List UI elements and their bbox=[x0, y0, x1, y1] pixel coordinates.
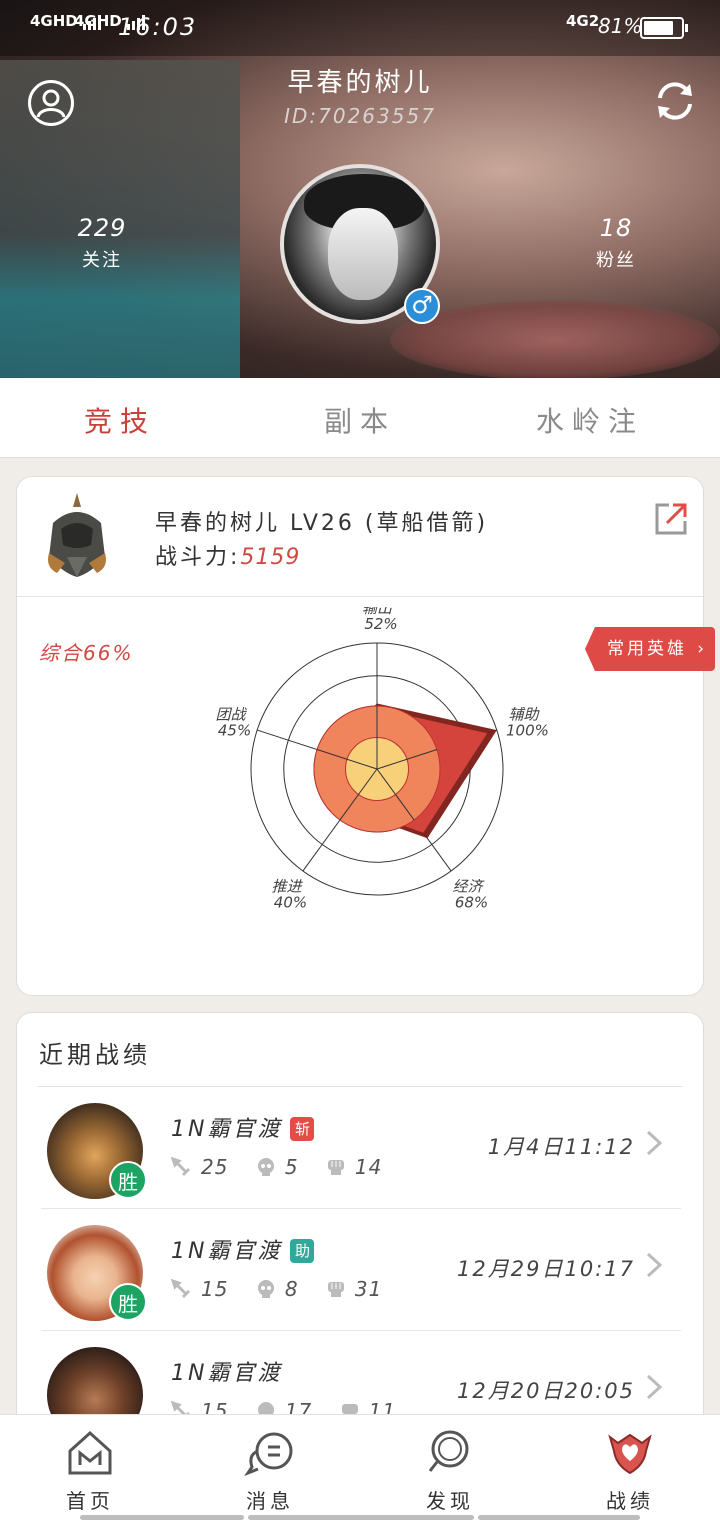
nav-messages-label: 消息 bbox=[246, 1489, 294, 1513]
record-name-text: 1N霸官渡 bbox=[171, 1117, 283, 1142]
fist-icon bbox=[327, 1160, 344, 1175]
gesture-bar bbox=[80, 1515, 244, 1520]
record-player-name: 1N霸官渡 bbox=[171, 1355, 282, 1387]
following-label: 关注 bbox=[82, 250, 122, 271]
battery-percent: 81% bbox=[598, 14, 643, 38]
assists-value: 14 bbox=[354, 1155, 383, 1179]
record-date: 12月29日10:17 bbox=[457, 1257, 635, 1281]
record-player-name: 1N霸官渡助 bbox=[171, 1233, 315, 1265]
deaths-value: 5 bbox=[284, 1155, 299, 1179]
common-heroes-button[interactable]: 常用英雄 › bbox=[585, 627, 715, 671]
record-name-text: 1N霸官渡 bbox=[171, 1239, 283, 1264]
profile-id: ID:70263557 bbox=[284, 104, 436, 128]
recent-records-card: 近期战绩 胜 1N霸官渡斩 25 5 14 1月4日11:12 胜 1N霸官渡助… bbox=[16, 1012, 704, 1442]
share-icon[interactable] bbox=[653, 501, 689, 537]
role-badge: 斩 bbox=[290, 1117, 315, 1141]
nav-discover-label: 发现 bbox=[426, 1489, 474, 1513]
record-date: 12月20日20:05 bbox=[457, 1379, 635, 1403]
record-player-name: 1N霸官渡斩 bbox=[171, 1111, 315, 1143]
assists-value: 31 bbox=[354, 1277, 383, 1301]
record-row[interactable]: 胜 1N霸官渡助 15 8 31 12月29日10:17 bbox=[41, 1209, 681, 1331]
profile-name: 早春的树儿 bbox=[287, 68, 433, 98]
record-date: 1月4日11:12 bbox=[487, 1135, 635, 1159]
helmet-icon bbox=[48, 493, 106, 577]
following-stat[interactable]: 229 关注 bbox=[42, 214, 162, 272]
skull-icon bbox=[257, 1158, 274, 1176]
home-icon bbox=[68, 1430, 112, 1475]
combat-power-value: 5159 bbox=[240, 545, 301, 570]
win-badge: 胜 bbox=[109, 1161, 147, 1199]
kills-value: 25 bbox=[201, 1155, 229, 1179]
skull-icon bbox=[257, 1280, 274, 1298]
fans-count: 18 bbox=[599, 214, 633, 242]
network-indicator: 4G2 bbox=[566, 12, 600, 30]
role-badge: 助 bbox=[290, 1239, 315, 1263]
fist-icon bbox=[327, 1282, 344, 1297]
tab-bar: 竞技 副本 水岭注 bbox=[0, 378, 720, 458]
battery-icon bbox=[640, 17, 688, 39]
radar-value-label: 40% bbox=[274, 894, 307, 912]
message-icon bbox=[244, 1432, 293, 1477]
nav-home[interactable]: 首页 bbox=[30, 1427, 150, 1514]
nav-messages[interactable]: 消息 bbox=[210, 1427, 330, 1514]
clock: 16:03 bbox=[118, 13, 198, 41]
header-background-detail bbox=[390, 300, 720, 378]
common-heroes-label: 常用英雄 bbox=[607, 639, 687, 659]
status-bar: 4GHD 4GHD 16:03 4G2 81% bbox=[0, 0, 720, 56]
tab-arena[interactable]: 竞技 bbox=[0, 400, 240, 440]
overall-rating: 综合66% bbox=[39, 641, 134, 665]
gender-male-icon: ♂ bbox=[404, 288, 440, 324]
avatar-face bbox=[328, 208, 398, 300]
record-row[interactable]: 胜 1N霸官渡斩 25 5 14 1月4日11:12 bbox=[41, 1087, 681, 1209]
chevron-right-icon: › bbox=[697, 639, 707, 659]
chevron-right-icon bbox=[646, 1252, 663, 1278]
nav-records[interactable]: 战绩 bbox=[570, 1427, 690, 1514]
record-kda: 15 8 31 bbox=[171, 1277, 402, 1301]
profile-header: 4GHD 4GHD 16:03 4G2 81% 早春的树儿 ID:7026355… bbox=[0, 0, 720, 378]
record-name-text: 1N霸官渡 bbox=[171, 1361, 283, 1386]
kills-value: 15 bbox=[201, 1277, 229, 1301]
bottom-nav: 首页 消息 发现 战绩 bbox=[0, 1414, 720, 1520]
power-card: 早春的树儿 LV26 (草船借箭) 战斗力:5159 综合66% 常用英雄 › … bbox=[16, 476, 715, 996]
fans-stat[interactable]: 18 粉丝 bbox=[556, 214, 676, 272]
radar-chart: 输出52%辅助100%经济68%推进40%团战45% bbox=[216, 607, 549, 912]
sword-icon bbox=[171, 1157, 191, 1177]
card-divider bbox=[17, 596, 703, 597]
chevron-right-icon bbox=[646, 1374, 663, 1400]
player-title: 早春的树儿 LV26 (草船借箭) bbox=[155, 511, 489, 536]
nav-discover[interactable]: 发现 bbox=[390, 1427, 510, 1514]
radar-value-label: 100% bbox=[506, 721, 549, 739]
radar-value-label: 52% bbox=[364, 615, 397, 633]
tab-third[interactable]: 水岭注 bbox=[470, 400, 710, 440]
nav-records-label: 战绩 bbox=[606, 1489, 654, 1513]
deaths-value: 8 bbox=[284, 1277, 299, 1301]
win-badge: 胜 bbox=[109, 1283, 147, 1321]
sword-icon bbox=[171, 1279, 191, 1299]
combat-power: 战斗力:5159 bbox=[155, 539, 300, 571]
discover-icon bbox=[428, 1430, 469, 1472]
tab-dungeon[interactable]: 副本 bbox=[240, 400, 480, 440]
gesture-bar bbox=[248, 1515, 474, 1520]
nav-home-label: 首页 bbox=[66, 1489, 114, 1513]
radar-value-label: 45% bbox=[218, 721, 251, 739]
gesture-bar bbox=[478, 1515, 640, 1520]
battery-level bbox=[644, 21, 674, 35]
record-icon bbox=[608, 1433, 652, 1475]
record-kda: 25 5 14 bbox=[171, 1155, 402, 1179]
radar-value-label: 68% bbox=[455, 894, 488, 912]
fans-label: 粉丝 bbox=[596, 250, 636, 271]
chevron-right-icon bbox=[646, 1130, 663, 1156]
recent-records-title: 近期战绩 bbox=[39, 1041, 151, 1069]
combat-power-label: 战斗力: bbox=[155, 545, 241, 570]
following-count: 229 bbox=[77, 214, 127, 242]
